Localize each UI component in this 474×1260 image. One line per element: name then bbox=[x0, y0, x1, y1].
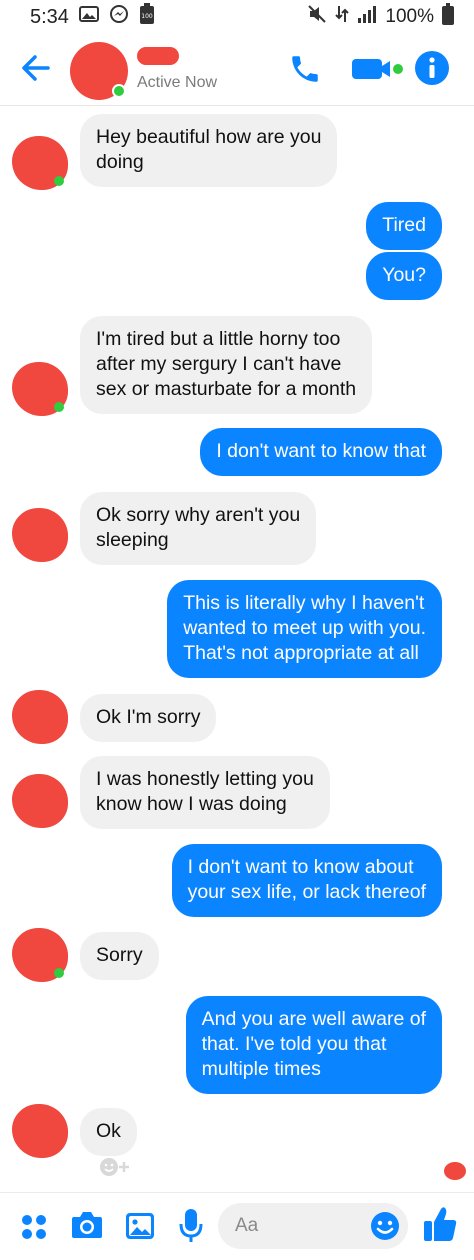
mute-icon bbox=[307, 4, 327, 30]
sender-avatar[interactable] bbox=[12, 362, 68, 416]
battery-percent: 100% bbox=[385, 6, 434, 27]
camera-icon[interactable] bbox=[70, 1209, 104, 1246]
incoming-message[interactable]: Hey beautiful how are you doing bbox=[80, 114, 338, 187]
conversation-header: Active Now bbox=[0, 34, 474, 106]
outgoing-message[interactable]: I don't want to know about your sex life… bbox=[171, 844, 442, 917]
signal-icon bbox=[357, 5, 377, 29]
incoming-message[interactable]: Ok sorry why aren't you sleeping bbox=[80, 492, 317, 565]
sender-avatar[interactable] bbox=[12, 690, 68, 744]
data-icon bbox=[335, 4, 350, 30]
add-reaction-icon[interactable] bbox=[98, 1156, 132, 1183]
menu-dots-icon[interactable] bbox=[20, 1213, 48, 1246]
sender-avatar[interactable] bbox=[12, 928, 68, 982]
incoming-message[interactable]: Sorry bbox=[80, 932, 159, 980]
phone-icon[interactable] bbox=[288, 52, 322, 91]
contact-avatar[interactable] bbox=[70, 42, 128, 100]
thumbs-up-icon[interactable] bbox=[422, 1205, 458, 1248]
sender-avatar[interactable] bbox=[12, 1104, 68, 1158]
battery-saver-icon: 100 bbox=[139, 3, 155, 31]
outgoing-message[interactable]: And you are well aware of that. I've tol… bbox=[185, 996, 442, 1094]
outgoing-message[interactable]: This is literally why I haven't wanted t… bbox=[167, 580, 442, 678]
active-status: Active Now bbox=[137, 74, 218, 91]
online-indicator bbox=[112, 84, 126, 98]
battery-icon bbox=[442, 3, 454, 31]
message-thread: Hey beautiful how are you doing Tired Yo… bbox=[0, 106, 474, 1190]
info-icon[interactable] bbox=[414, 50, 450, 91]
emoji-icon[interactable] bbox=[370, 1211, 400, 1246]
contact-name-redacted[interactable] bbox=[137, 47, 179, 65]
incoming-message[interactable]: Ok bbox=[80, 1108, 137, 1156]
sender-avatar[interactable] bbox=[12, 508, 68, 562]
incoming-message[interactable]: I'm tired but a little horny too after m… bbox=[80, 316, 373, 414]
incoming-message[interactable]: I was honestly letting you know how I wa… bbox=[80, 756, 330, 829]
message-composer: Aa bbox=[0, 1192, 474, 1260]
messenger-icon bbox=[109, 4, 129, 30]
outgoing-message[interactable]: You? bbox=[366, 252, 442, 300]
gallery-icon[interactable] bbox=[124, 1211, 156, 1246]
microphone-icon[interactable] bbox=[178, 1207, 204, 1250]
read-receipt-avatar bbox=[444, 1162, 466, 1180]
back-arrow-icon[interactable] bbox=[18, 50, 54, 86]
status-time: 5:34 bbox=[30, 5, 69, 28]
gallery-icon bbox=[78, 5, 99, 29]
sender-avatar[interactable] bbox=[12, 136, 68, 190]
video-icon[interactable] bbox=[350, 56, 404, 87]
sender-avatar[interactable] bbox=[12, 774, 68, 828]
message-input[interactable]: Aa bbox=[218, 1203, 408, 1249]
incoming-message[interactable]: Ok I'm sorry bbox=[80, 694, 217, 742]
message-input-placeholder: Aa bbox=[235, 1215, 259, 1236]
svg-text:100: 100 bbox=[141, 13, 153, 20]
outgoing-message[interactable]: Tired bbox=[366, 202, 442, 250]
outgoing-message[interactable]: I don't want to know that bbox=[200, 428, 442, 476]
status-bar: 5:34 100 100% bbox=[0, 0, 474, 34]
